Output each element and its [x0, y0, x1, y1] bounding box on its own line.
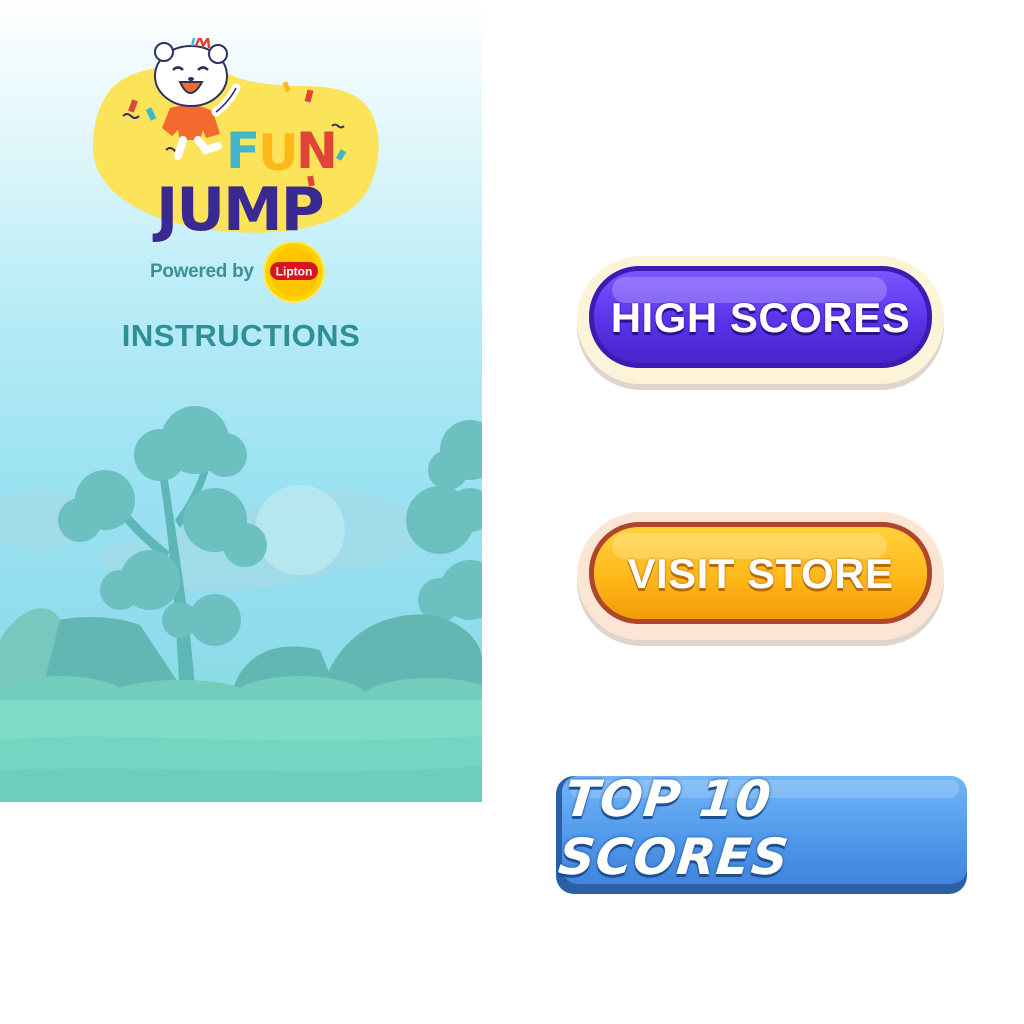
game-screen: F U N JUMP Powered by Lipton INSTRUCTION… — [0, 0, 482, 802]
top-10-scores-button[interactable]: TOP 10 SCORES — [556, 770, 967, 894]
visit-store-label: VISIT STORE — [627, 550, 894, 597]
logo-u: U — [258, 124, 299, 182]
high-scores-label: HIGH SCORES — [610, 294, 911, 341]
powered-by-row: Powered by Lipton — [150, 240, 326, 304]
lipton-badge-icon: Lipton — [262, 241, 325, 303]
high-scores-button[interactable]: HIGH SCORES — [577, 256, 944, 384]
logo-n: N — [296, 122, 338, 180]
top-10-scores-button-face: TOP 10 SCORES — [556, 770, 967, 886]
logo-f: F — [226, 122, 260, 180]
instructions-link[interactable]: INSTRUCTIONS — [0, 318, 482, 354]
top-10-scores-label: TOP 10 SCORES — [555, 770, 792, 886]
sponsor-name: Lipton — [275, 265, 312, 279]
powered-by-text: Powered by — [150, 261, 254, 282]
fun-jump-logo: F U N JUMP — [93, 38, 379, 245]
logo-jump: JUMP — [152, 175, 323, 245]
visit-store-button[interactable]: VISIT STORE — [577, 512, 944, 640]
